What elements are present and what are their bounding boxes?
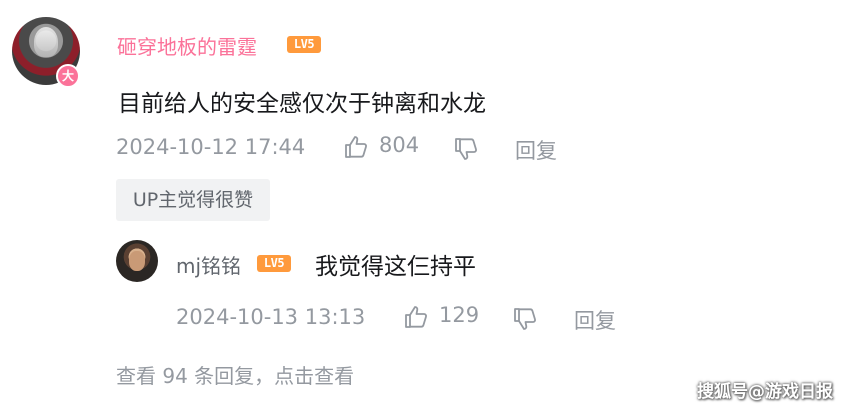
reply-time: 2024-10-13 13:13 [176, 305, 366, 329]
reply-level-badge: LV5 [257, 255, 291, 272]
up-liked-tag: UP主觉得很赞 [116, 179, 270, 221]
comment-time: 2024-10-12 17:44 [116, 135, 306, 159]
reply-avatar[interactable] [116, 240, 158, 282]
reply-button[interactable]: 回复 [515, 135, 557, 165]
thumbs-up-icon[interactable] [343, 134, 369, 160]
comment-text: 目前给人的安全感仅次于钟离和水龙 [118, 91, 486, 117]
reply-username[interactable]: mj铭铭 [176, 250, 241, 279]
comment-username[interactable]: 砸穿地板的雷霆 [117, 31, 257, 60]
avatar-image-detail [129, 251, 145, 271]
thumbs-up-icon[interactable] [403, 304, 429, 330]
view-more-replies-link[interactable]: 查看 94 条回复，点击查看 [116, 360, 354, 389]
thumbs-down-icon[interactable] [512, 306, 538, 332]
level-badge: LV5 [287, 36, 321, 53]
avatar-image-detail [34, 27, 58, 57]
thumbs-down-icon[interactable] [453, 136, 479, 162]
avatar-badge: 大 [56, 64, 80, 88]
reply-text: 我觉得这仨持平 [315, 254, 476, 280]
reply-reply-button[interactable]: 回复 [574, 305, 616, 335]
like-count: 804 [379, 133, 420, 157]
watermark: 搜狐号@游戏日报 [697, 382, 833, 402]
reply-like-count: 129 [439, 303, 480, 327]
